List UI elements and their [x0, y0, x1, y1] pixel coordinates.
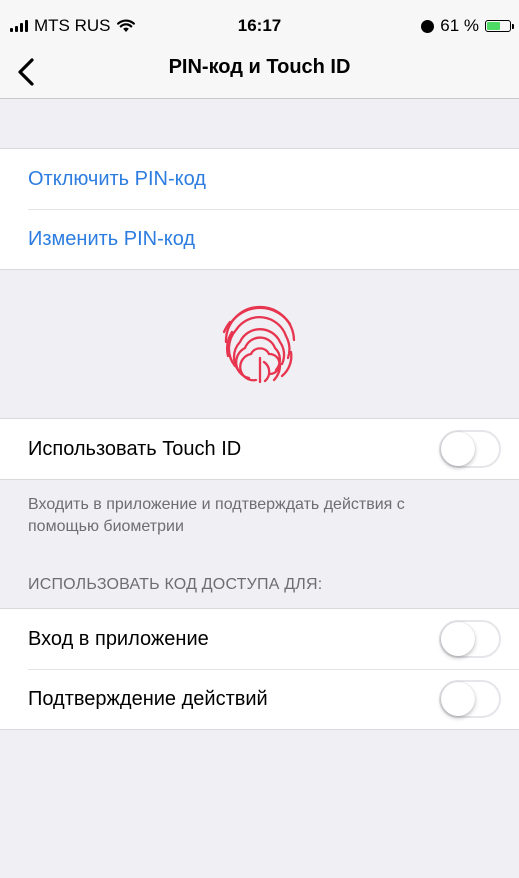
disable-pin-button[interactable]: Отключить PIN-код — [0, 149, 519, 209]
confirm-actions-row: Подтверждение действий — [0, 669, 519, 729]
touch-id-group: Использовать Touch ID — [0, 418, 519, 480]
status-right: 61 % — [421, 16, 514, 36]
battery-icon — [485, 20, 514, 32]
change-pin-button[interactable]: Изменить PIN-код — [0, 209, 519, 269]
disable-pin-label: Отключить PIN-код — [28, 167, 206, 190]
app-login-toggle[interactable] — [439, 620, 501, 658]
screen: MTS RUS 16:17 61 % PIN-код и Touch ID От… — [0, 0, 519, 878]
touch-id-toggle[interactable] — [439, 430, 501, 468]
toggle-knob — [441, 432, 475, 466]
touch-id-row: Использовать Touch ID — [0, 419, 519, 479]
app-login-label: Вход в приложение — [28, 627, 209, 650]
toggle-knob — [441, 682, 475, 716]
navigation-bar: PIN-код и Touch ID — [0, 44, 519, 98]
alarm-icon — [421, 19, 435, 33]
touch-id-label: Использовать Touch ID — [28, 437, 242, 460]
toggle-knob — [441, 622, 475, 656]
confirm-actions-label: Подтверждение действий — [28, 687, 268, 710]
battery-percent: 61 % — [440, 16, 479, 35]
battery-fill — [487, 22, 501, 30]
page-title: PIN-код и Touch ID — [168, 56, 351, 78]
access-code-group: Вход в приложение Подтверждение действий — [0, 608, 519, 730]
touch-id-description: Входить в приложение и подтверждать дейс… — [28, 496, 405, 535]
status-bar: MTS RUS 16:17 61 % — [0, 0, 519, 44]
fingerprint-area — [0, 270, 519, 418]
access-code-header: ИСПОЛЬЗОВАТЬ КОД ДОСТУПА ДЛЯ: — [28, 576, 323, 593]
fingerprint-icon — [222, 305, 295, 384]
confirm-actions-toggle[interactable] — [439, 680, 501, 718]
pin-actions-group: Отключить PIN-код Изменить PIN-код — [0, 148, 519, 270]
app-login-row: Вход в приложение — [0, 609, 519, 669]
change-pin-label: Изменить PIN-код — [28, 227, 196, 250]
top-bar: MTS RUS 16:17 61 % PIN-код и Touch ID — [0, 0, 519, 99]
